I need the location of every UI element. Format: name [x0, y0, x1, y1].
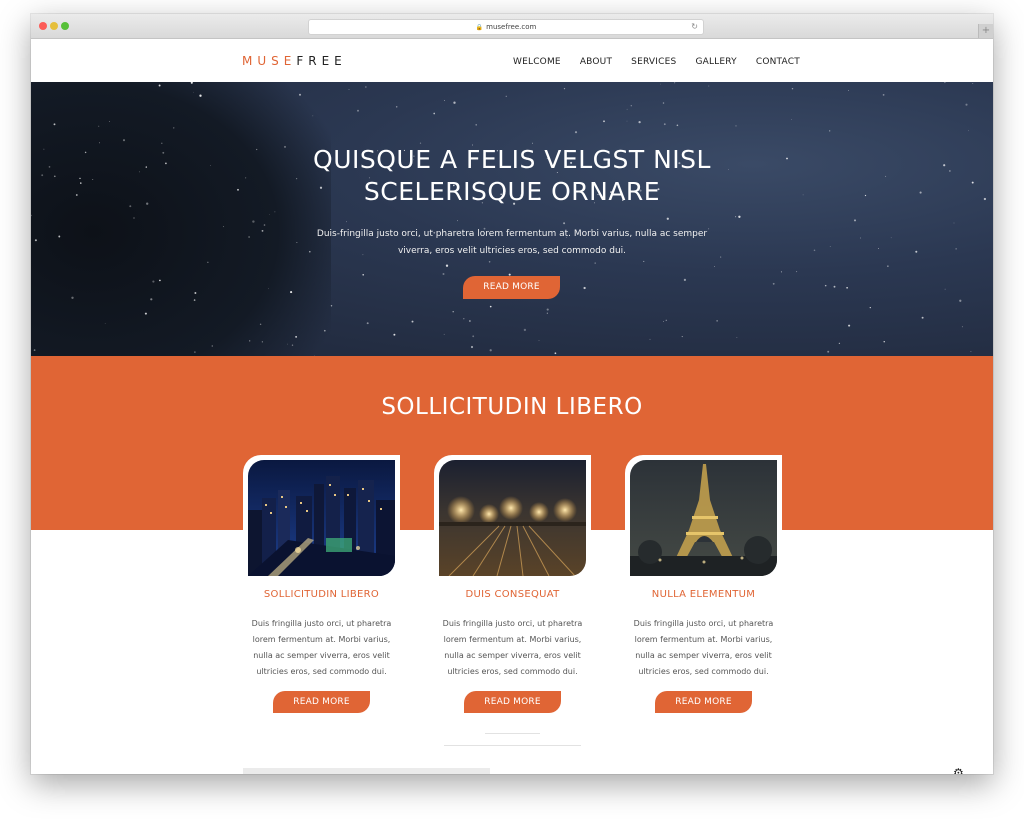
card-read-more-button[interactable]: READ MORE [273, 691, 370, 713]
eiffel-tower-photo[interactable] [630, 460, 777, 576]
browser-toolbar: 🔒 musefree.com ↻ + [31, 14, 993, 39]
hero-title-line2: SCELERISQUE ORNARE [363, 177, 661, 206]
card-text-line: lorem fermentum at. Morbi varius, [443, 635, 582, 644]
address-bar[interactable]: 🔒 musefree.com ↻ [308, 19, 704, 35]
hero-title: QUISQUE A FELIS VELGST NISL SCELERISQUE … [31, 144, 993, 208]
logo-muse: MUSE [242, 54, 297, 68]
section-title: SOLLICITUDIN LIBERO [381, 394, 643, 420]
hero-read-more-button[interactable]: READ MORE [463, 276, 560, 299]
card-description: Duis fringilla justo orci, ut pharetra l… [243, 616, 400, 680]
card-description: Duis fringilla justo orci, ut pharetra l… [625, 616, 782, 680]
card-text-line: ultricies eros, sed commodo dui. [447, 667, 578, 676]
logo-free: FREE [296, 54, 347, 68]
feature-card: DUIS CONSEQUAT Duis fringilla justo orci… [434, 455, 591, 715]
card-image-frame [625, 455, 782, 579]
card-title[interactable]: DUIS CONSEQUAT [434, 589, 591, 600]
card-text-line: Duis fringilla justo orci, ut pharetra [251, 619, 392, 628]
feature-card: NULLA ELEMENTUM Duis fringilla justo orc… [625, 455, 782, 715]
divider [444, 745, 581, 746]
railway-station-photo[interactable] [439, 460, 586, 576]
card-text-line: ultricies eros, sed commodo dui. [256, 667, 387, 676]
gear-icon[interactable]: ⚙ [953, 766, 964, 774]
logo[interactable]: MUSEFREE [242, 54, 347, 68]
card-read-more-button[interactable]: READ MORE [464, 691, 561, 713]
close-window-button[interactable] [39, 22, 47, 30]
card-text-line: nulla ac semper viverra, eros velit [635, 651, 772, 660]
hero-text-line2: viverra, eros velit ultricies eros, sed … [397, 246, 627, 256]
card-text-line: nulla ac semper viverra, eros velit [253, 651, 390, 660]
card-title[interactable]: SOLLICITUDIN LIBERO [243, 589, 400, 600]
divider [485, 733, 540, 734]
lock-icon: 🔒 [475, 24, 484, 31]
url-text: musefree.com [486, 23, 537, 31]
city-night-photo[interactable] [248, 460, 395, 576]
site-header: MUSEFREE WELCOME ABOUT SERVICES GALLERY … [31, 39, 993, 82]
card-text-line: nulla ac semper viverra, eros velit [444, 651, 581, 660]
nav-welcome[interactable]: WELCOME [513, 57, 561, 67]
nav-about[interactable]: ABOUT [580, 57, 612, 67]
hero-description: Duis-fringilla justo orci, ut pharetra l… [312, 226, 712, 260]
card-text-line: ultricies eros, sed commodo dui. [638, 667, 769, 676]
nav-services[interactable]: SERVICES [631, 57, 676, 67]
card-text-line: lorem fermentum at. Morbi varius, [634, 635, 773, 644]
card-image-frame [243, 455, 400, 579]
minimize-window-button[interactable] [50, 22, 58, 30]
main-nav: WELCOME ABOUT SERVICES GALLERY CONTACT [513, 57, 819, 67]
card-title[interactable]: NULLA ELEMENTUM [625, 589, 782, 600]
maximize-window-button[interactable] [61, 22, 69, 30]
card-text-line: lorem fermentum at. Morbi varius, [252, 635, 391, 644]
hero-banner: QUISQUE A FELIS VELGST NISL SCELERISQUE … [31, 82, 993, 356]
card-description: Duis fringilla justo orci, ut pharetra l… [434, 616, 591, 680]
nav-contact[interactable]: CONTACT [756, 57, 800, 67]
card-text-line: Duis fringilla justo orci, ut pharetra [633, 619, 774, 628]
browser-window: 🔒 musefree.com ↻ + MUSEFREE WELCOME ABOUT… [31, 14, 993, 774]
reload-icon[interactable]: ↻ [691, 20, 698, 34]
next-section-preview [243, 768, 490, 774]
card-image-frame [434, 455, 591, 579]
card-text-line: Duis fringilla justo orci, ut pharetra [442, 619, 583, 628]
nav-gallery[interactable]: GALLERY [695, 57, 736, 67]
hero-text-line1: Duis-fringilla justo orci, ut pharetra l… [316, 229, 708, 239]
hero-title-line1: QUISQUE A FELIS VELGST NISL [313, 145, 711, 174]
feature-card: SOLLICITUDIN LIBERO Duis fringilla justo… [243, 455, 400, 715]
starfield-background [31, 82, 987, 356]
card-read-more-button[interactable]: READ MORE [655, 691, 752, 713]
plus-icon[interactable]: + [978, 24, 993, 38]
